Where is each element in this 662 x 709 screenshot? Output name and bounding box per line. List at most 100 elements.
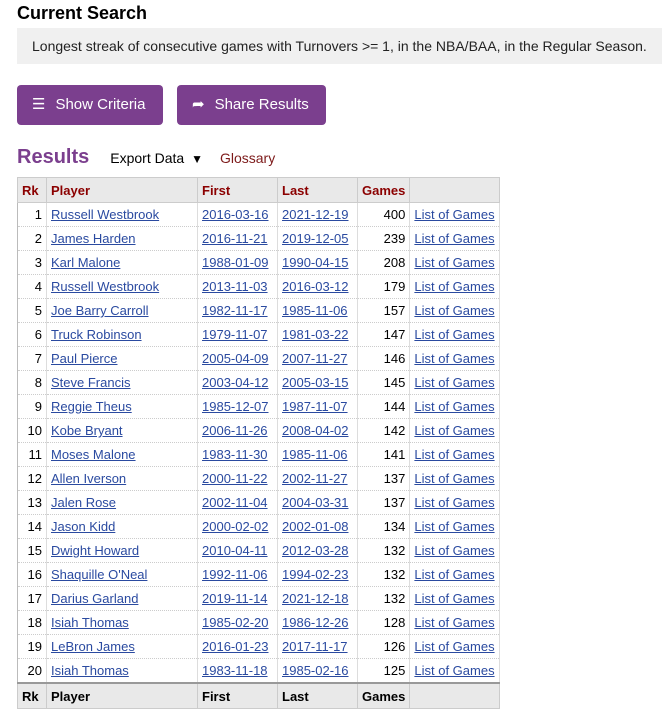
cell-games: 179	[357, 274, 411, 299]
col-header-last[interactable]: Last	[277, 177, 358, 203]
cell-first-date-link[interactable]: 1983-11-30	[202, 447, 268, 462]
cell-list-of-games-link[interactable]: List of Games	[414, 231, 494, 246]
cell-first-date-link[interactable]: 2016-03-16	[202, 207, 269, 222]
cell-last-date-link[interactable]: 1981-03-22	[282, 327, 349, 342]
cell-last-date-link[interactable]: 2021-12-18	[282, 591, 349, 606]
cell-player-link[interactable]: Moses Malone	[51, 447, 136, 462]
cell-list-of-games-link[interactable]: List of Games	[414, 591, 494, 606]
cell-player-link[interactable]: Kobe Bryant	[51, 423, 123, 438]
cell-player-link[interactable]: Russell Westbrook	[51, 207, 159, 222]
cell-list-of-games-link[interactable]: List of Games	[414, 351, 494, 366]
cell-last-date-link[interactable]: 2005-03-15	[282, 375, 349, 390]
cell-player-link[interactable]: Dwight Howard	[51, 543, 139, 558]
cell-first-date-link[interactable]: 2019-11-14	[202, 591, 268, 606]
cell-last-date-link[interactable]: 2007-11-27	[282, 351, 348, 366]
cell-list-of-games: List of Games	[409, 586, 501, 611]
cell-first-date-link[interactable]: 2005-04-09	[202, 351, 269, 366]
cell-player-link[interactable]: Joe Barry Carroll	[51, 303, 149, 318]
cell-list-of-games-link[interactable]: List of Games	[414, 615, 494, 630]
cell-list-of-games-link[interactable]: List of Games	[414, 567, 494, 582]
cell-list-of-games-link[interactable]: List of Games	[414, 663, 494, 678]
cell-last-date-link[interactable]: 2002-11-27	[282, 471, 348, 486]
cell-player-link[interactable]: Isiah Thomas	[51, 615, 129, 630]
cell-last-date-link[interactable]: 2008-04-02	[282, 423, 349, 438]
cell-first-date-link[interactable]: 2000-11-22	[202, 471, 268, 486]
cell-last-date: 1990-04-15	[277, 250, 358, 275]
cell-player-link[interactable]: Shaquille O'Neal	[51, 567, 147, 582]
cell-first-date-link[interactable]: 2000-02-02	[202, 519, 269, 534]
cell-player-link[interactable]: Allen Iverson	[51, 471, 126, 486]
cell-list-of-games-link[interactable]: List of Games	[414, 519, 494, 534]
cell-last-date-link[interactable]: 2021-12-19	[282, 207, 349, 222]
cell-games: 134	[357, 514, 411, 539]
cell-list-of-games-link[interactable]: List of Games	[414, 543, 494, 558]
cell-player-link[interactable]: Darius Garland	[51, 591, 138, 606]
cell-list-of-games-link[interactable]: List of Games	[414, 639, 494, 654]
cell-last-date: 1985-11-06	[277, 442, 358, 467]
cell-last-date-link[interactable]: 1985-02-16	[282, 663, 349, 678]
cell-list-of-games-link[interactable]: List of Games	[414, 399, 494, 414]
share-results-button[interactable]: ➦ Share Results	[177, 85, 326, 125]
cell-player-link[interactable]: Reggie Theus	[51, 399, 132, 414]
cell-first-date-link[interactable]: 2010-04-11	[202, 543, 268, 558]
cell-first-date-link[interactable]: 1985-02-20	[202, 615, 269, 630]
cell-last-date-link[interactable]: 1985-11-06	[282, 303, 348, 318]
cell-last-date-link[interactable]: 1987-11-07	[282, 399, 348, 414]
show-criteria-button[interactable]: ☰ Show Criteria	[17, 85, 163, 125]
cell-list-of-games-link[interactable]: List of Games	[414, 495, 494, 510]
cell-player-link[interactable]: Jason Kidd	[51, 519, 115, 534]
cell-last-date-link[interactable]: 1990-04-15	[282, 255, 349, 270]
cell-list-of-games-link[interactable]: List of Games	[414, 447, 494, 462]
cell-list-of-games: List of Games	[409, 538, 501, 563]
cell-first-date-link[interactable]: 2013-11-03	[202, 279, 268, 294]
cell-first-date-link[interactable]: 1982-11-17	[202, 303, 268, 318]
table-row: 7 Paul Pierce 2005-04-09 2007-11-27 146 List …	[17, 346, 501, 371]
cell-last-date-link[interactable]: 2016-03-12	[282, 279, 349, 294]
cell-player-link[interactable]: Isiah Thomas	[51, 663, 129, 678]
cell-first-date-link[interactable]: 1983-11-18	[202, 663, 268, 678]
cell-last-date-link[interactable]: 1994-02-23	[282, 567, 349, 582]
cell-first-date-link[interactable]: 2016-01-23	[202, 639, 269, 654]
col-header-games[interactable]: Games	[356, 177, 411, 203]
cell-last-date: 1987-11-07	[277, 394, 358, 419]
cell-list-of-games-link[interactable]: List of Games	[414, 207, 494, 222]
cell-last-date-link[interactable]: 2002-01-08	[282, 519, 349, 534]
export-data-dropdown[interactable]: Export Data ▼	[110, 150, 203, 166]
cell-first-date-link[interactable]: 1985-12-07	[202, 399, 269, 414]
cell-player-link[interactable]: Paul Pierce	[51, 351, 117, 366]
cell-list-of-games-link[interactable]: List of Games	[414, 375, 494, 390]
cell-last-date-link[interactable]: 2017-11-17	[282, 639, 348, 654]
cell-first-date-link[interactable]: 2006-11-26	[202, 423, 268, 438]
cell-first-date-link[interactable]: 2003-04-12	[202, 375, 269, 390]
cell-list-of-games-link[interactable]: List of Games	[414, 423, 494, 438]
cell-last-date-link[interactable]: 2012-03-28	[282, 543, 349, 558]
cell-list-of-games-link[interactable]: List of Games	[414, 303, 494, 318]
cell-player-link[interactable]: Russell Westbrook	[51, 279, 159, 294]
col-header-player[interactable]: Player	[46, 177, 198, 203]
cell-list-of-games: List of Games	[409, 298, 501, 323]
footer-rk: Rk	[17, 682, 47, 709]
cell-list-of-games-link[interactable]: List of Games	[414, 255, 494, 270]
cell-list-of-games-link[interactable]: List of Games	[414, 471, 494, 486]
cell-player-link[interactable]: Truck Robinson	[51, 327, 142, 342]
cell-last-date-link[interactable]: 2019-12-05	[282, 231, 349, 246]
cell-player-link[interactable]: Jalen Rose	[51, 495, 116, 510]
cell-list-of-games-link[interactable]: List of Games	[414, 279, 494, 294]
col-header-first[interactable]: First	[197, 177, 278, 203]
cell-player-link[interactable]: Steve Francis	[51, 375, 130, 390]
cell-list-of-games-link[interactable]: List of Games	[414, 327, 494, 342]
cell-first-date-link[interactable]: 1979-11-07	[202, 327, 268, 342]
cell-games: 126	[357, 634, 411, 659]
cell-player-link[interactable]: James Harden	[51, 231, 136, 246]
cell-last-date-link[interactable]: 1985-11-06	[282, 447, 348, 462]
cell-first-date-link[interactable]: 2016-11-21	[202, 231, 268, 246]
cell-first-date-link[interactable]: 1988-01-09	[202, 255, 269, 270]
cell-last-date-link[interactable]: 2004-03-31	[282, 495, 349, 510]
col-header-rk[interactable]: Rk	[17, 177, 47, 203]
cell-last-date-link[interactable]: 1986-12-26	[282, 615, 349, 630]
glossary-link[interactable]: Glossary	[220, 150, 275, 166]
cell-first-date-link[interactable]: 1992-11-06	[202, 567, 268, 582]
cell-first-date-link[interactable]: 2002-11-04	[202, 495, 268, 510]
cell-player-link[interactable]: Karl Malone	[51, 255, 120, 270]
cell-player-link[interactable]: LeBron James	[51, 639, 135, 654]
